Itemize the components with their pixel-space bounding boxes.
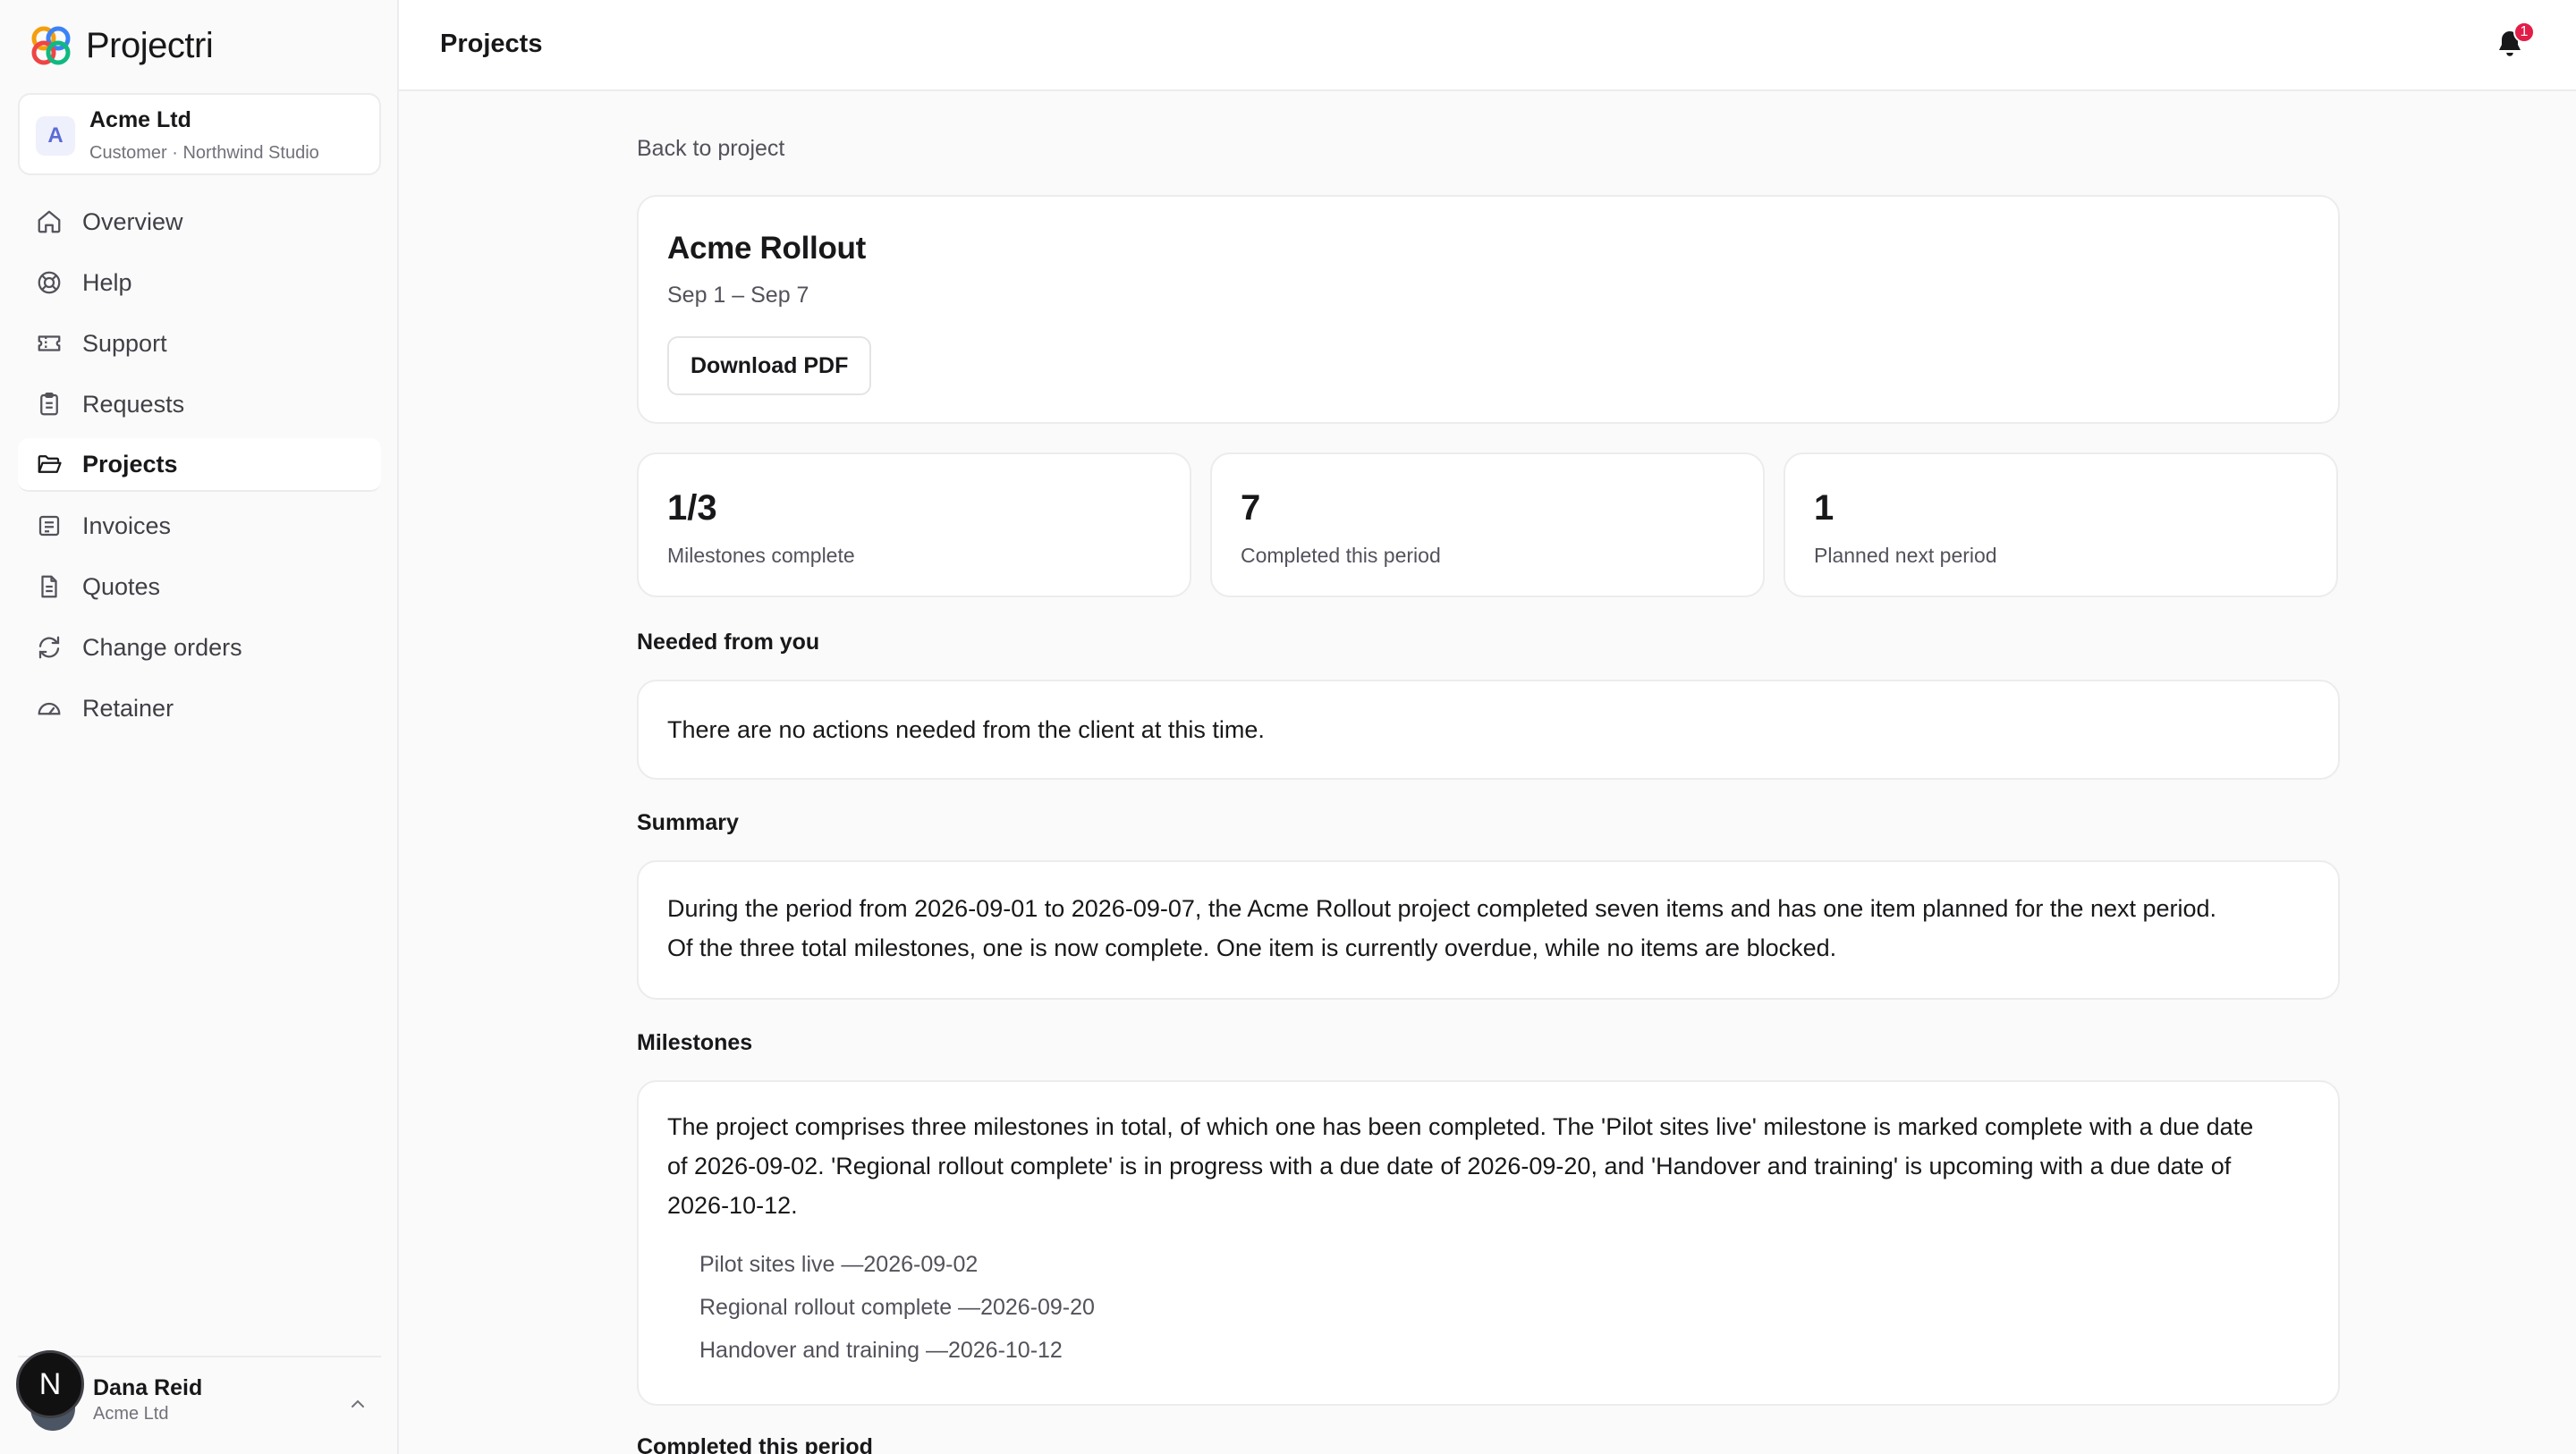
stat-card-milestones: 1/3 Milestones complete xyxy=(637,452,1191,597)
stat-label: Planned next period xyxy=(1814,544,1997,567)
list-item: Regional rollout complete2026-09-20 xyxy=(699,1286,1095,1329)
milestones-line-2: of 2026-09-02. 'Regional rollout complet… xyxy=(667,1153,2232,1179)
sidebar-item-change-orders[interactable]: Change orders xyxy=(18,621,381,674)
project-header-card: Acme Rollout Sep 1 – Sep 7 Download PDF xyxy=(637,195,2340,424)
section-title-completed: Completed this period xyxy=(637,1434,873,1454)
home-icon xyxy=(36,208,63,235)
ticket-icon xyxy=(36,330,63,357)
page-title: Projects xyxy=(440,30,543,58)
sidebar-item-label: Requests xyxy=(82,390,185,418)
sidebar-item-label: Projects xyxy=(82,450,178,478)
needed-from-you-card: There are no actions needed from the cli… xyxy=(637,680,2340,780)
project-title: Acme Rollout xyxy=(667,231,866,266)
sidebar-item-label: Retainer xyxy=(82,694,174,722)
stat-card-completed: 7 Completed this period xyxy=(1210,452,1765,597)
list-item: Pilot sites live2026-09-02 xyxy=(699,1243,1095,1286)
dev-tools-badge[interactable]: N xyxy=(16,1350,84,1418)
org-avatar: A xyxy=(36,116,75,156)
section-title-milestones: Milestones xyxy=(637,1030,753,1055)
notification-badge: 1 xyxy=(2513,21,2535,43)
brand-name: Projectri xyxy=(86,25,214,65)
brand[interactable]: Projectri xyxy=(29,23,214,68)
milestone-name: Handover and training xyxy=(699,1338,919,1363)
milestone-date: 2026-09-20 xyxy=(952,1295,1095,1320)
sidebar: Projectri A Acme Ltd Customer · Northwin… xyxy=(0,0,399,1454)
stat-value: 1/3 xyxy=(667,488,717,528)
file-text-icon xyxy=(36,573,63,600)
lifebuoy-icon xyxy=(36,269,63,296)
sidebar-item-quotes[interactable]: Quotes xyxy=(18,560,381,613)
sidebar-item-support[interactable]: Support xyxy=(18,317,381,370)
org-subtitle: Customer · Northwind Studio xyxy=(89,143,319,163)
milestone-list: Pilot sites live2026-09-02 Regional roll… xyxy=(699,1243,1095,1372)
sidebar-nav: Overview Help Support Requests Projects xyxy=(18,195,381,742)
refresh-icon xyxy=(36,634,63,661)
stat-card-planned: 1 Planned next period xyxy=(1784,452,2338,597)
org-name: Acme Ltd xyxy=(89,107,191,132)
milestones-card: The project comprises three milestones i… xyxy=(637,1080,2340,1406)
summary-card: During the period from 2026-09-01 to 202… xyxy=(637,860,2340,1000)
milestone-date: 2026-10-12 xyxy=(919,1338,1063,1363)
top-bar: Projects 1 xyxy=(399,0,2576,91)
clipboard-icon xyxy=(36,391,63,418)
milestone-date: 2026-09-02 xyxy=(835,1252,978,1277)
milestones-line-1: The project comprises three milestones i… xyxy=(667,1113,2254,1140)
summary-line-2: Of the three total milestones, one is no… xyxy=(667,934,1837,961)
milestones-line-3: 2026-10-12. xyxy=(667,1192,798,1219)
sidebar-item-label: Support xyxy=(82,329,167,357)
back-to-project-link[interactable]: Back to project xyxy=(637,136,784,162)
sidebar-item-help[interactable]: Help xyxy=(18,256,381,309)
projectri-logo-icon xyxy=(31,26,71,65)
receipt-icon xyxy=(36,512,63,539)
sidebar-item-label: Quotes xyxy=(82,572,161,600)
sidebar-item-label: Invoices xyxy=(82,511,172,539)
chevron-up-icon xyxy=(352,1399,364,1408)
org-switcher[interactable]: A Acme Ltd Customer · Northwind Studio xyxy=(18,93,381,175)
needed-text: There are no actions needed from the cli… xyxy=(667,716,1265,743)
project-dates: Sep 1 – Sep 7 xyxy=(667,283,809,308)
sidebar-item-projects[interactable]: Projects xyxy=(18,438,381,492)
sidebar-item-overview[interactable]: Overview xyxy=(18,195,381,249)
sidebar-item-label: Overview xyxy=(82,207,183,235)
user-org: Acme Ltd xyxy=(93,1404,169,1424)
stat-value: 7 xyxy=(1241,488,1261,528)
milestone-name: Regional rollout complete xyxy=(699,1295,953,1320)
section-title-summary: Summary xyxy=(637,810,739,835)
main-content: Back to project Acme Rollout Sep 1 – Sep… xyxy=(399,91,2576,1454)
sidebar-item-requests[interactable]: Requests xyxy=(18,377,381,431)
stat-label: Completed this period xyxy=(1241,544,1441,567)
sidebar-item-label: Help xyxy=(82,268,132,296)
sidebar-item-retainer[interactable]: Retainer xyxy=(18,681,381,735)
gauge-icon xyxy=(36,695,63,722)
folder-open-icon xyxy=(36,451,63,478)
milestone-name: Pilot sites live xyxy=(699,1252,835,1277)
list-item: Handover and training2026-10-12 xyxy=(699,1329,1095,1372)
user-name: Dana Reid xyxy=(93,1375,203,1400)
stat-label: Milestones complete xyxy=(667,544,855,567)
summary-line-1: During the period from 2026-09-01 to 202… xyxy=(667,895,2217,922)
download-pdf-button[interactable]: Download PDF xyxy=(667,336,872,395)
sidebar-item-label: Change orders xyxy=(82,633,242,661)
stat-value: 1 xyxy=(1814,488,1835,528)
sidebar-item-invoices[interactable]: Invoices xyxy=(18,499,381,553)
section-title-needed: Needed from you xyxy=(637,630,820,655)
